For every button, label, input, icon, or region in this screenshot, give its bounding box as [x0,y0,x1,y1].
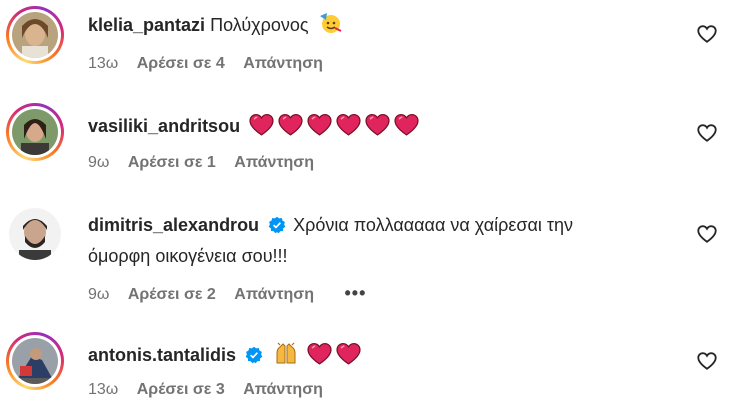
comment-meta: 13ω Αρέσει σε 4 Απάντηση [88,55,337,73]
comment-line: dimitris_alexandrou Χρόνια πολλααααα να … [88,212,573,241]
red-heart-icon [307,342,332,372]
red-heart-icon [365,113,390,143]
heart-outline-icon[interactable] [696,350,718,372]
heart-outline-icon[interactable] [696,122,718,144]
username[interactable]: dimitris_alexandrou [88,215,259,235]
verified-badge-icon [268,215,286,241]
comment-text: Πολύχρονος [210,15,309,35]
comment-meta: 9ω Αρέσει σε 2 Απάντηση ••• [88,283,380,304]
likes-count[interactable]: Αρέσει σε 3 [137,381,225,398]
red-heart-icon [249,113,274,143]
comment-meta: 9ω Αρέσει σε 1 Απάντηση [88,154,328,172]
comment-line: antonis.tantalidis [88,341,361,372]
verified-badge-icon [245,345,263,371]
heart-outline-icon[interactable] [696,223,718,245]
more-options-icon[interactable]: ••• [344,283,366,303]
username[interactable]: antonis.tantalidis [88,345,236,365]
reply-button[interactable]: Απάντηση [234,154,314,171]
reply-button[interactable]: Απάντηση [234,286,314,303]
comment-line: klelia_pantazi Πολύχρονος [88,11,342,42]
raising-hands-icon [274,341,298,372]
comment-line-2: όμορφη οικογένεια σου!!! [88,243,288,269]
timestamp[interactable]: 9ω [88,154,109,171]
red-heart-icon [278,113,303,143]
heart-outline-icon[interactable] [696,23,718,45]
partying-face-icon [318,11,342,42]
timestamp[interactable]: 13ω [88,55,118,72]
likes-count[interactable]: Αρέσει σε 1 [128,154,216,171]
red-heart-icon [336,342,361,372]
timestamp[interactable]: 13ω [88,381,118,398]
comment-text-continued: όμορφη οικογένεια σου!!! [88,246,288,266]
red-heart-icon [307,113,332,143]
likes-count[interactable]: Αρέσει σε 4 [137,55,225,72]
reply-button[interactable]: Απάντηση [243,55,323,72]
avatar[interactable] [6,6,64,64]
likes-count[interactable]: Αρέσει σε 2 [128,286,216,303]
comment-meta: 13ω Αρέσει σε 3 Απάντηση [88,381,337,399]
reply-button[interactable]: Απάντηση [243,381,323,398]
avatar[interactable] [9,208,61,260]
comment-text: Χρόνια πολλααααα να χαίρεσαι την [293,215,574,235]
avatar[interactable] [6,103,64,161]
timestamp[interactable]: 9ω [88,286,109,303]
red-heart-icon [394,113,419,143]
username[interactable]: klelia_pantazi [88,15,205,35]
emoji-group [303,342,361,365]
emoji-group [245,113,419,136]
comment-line: vasiliki_andritsou [88,113,419,143]
red-heart-icon [336,113,361,143]
avatar[interactable] [6,332,64,390]
username[interactable]: vasiliki_andritsou [88,116,240,136]
